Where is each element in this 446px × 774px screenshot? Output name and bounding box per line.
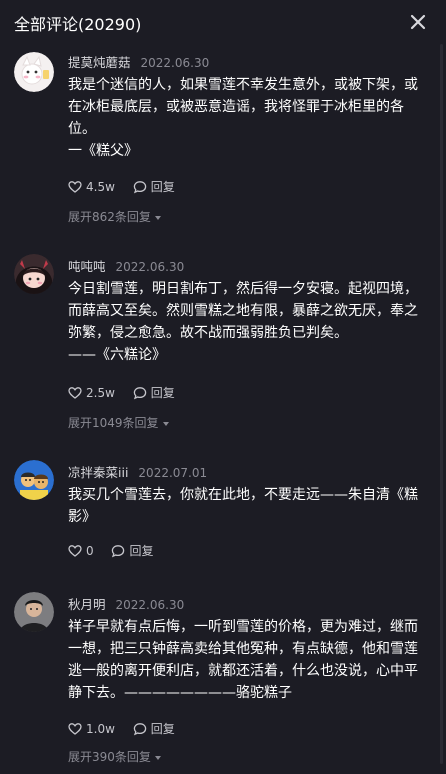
comment-actions: 4.5w 回复 xyxy=(68,178,175,196)
reply-label: 回复 xyxy=(129,544,154,558)
username[interactable]: 提莫炖蘑菇 xyxy=(68,55,131,70)
reply-label: 回复 xyxy=(150,722,175,736)
comment-date: 2022.06.30 xyxy=(115,598,185,612)
expand-replies[interactable]: 展开1049条回复 xyxy=(68,414,169,431)
caret-down-icon xyxy=(154,755,161,760)
comment-meta: 提莫炖蘑菇 2022.06.30 xyxy=(68,52,209,70)
expand-replies[interactable]: 展开862条回复 xyxy=(68,208,161,225)
close-icon xyxy=(410,14,426,30)
heart-outline-icon xyxy=(68,544,82,557)
reply-button[interactable]: 回复 xyxy=(133,720,175,737)
heart-outline-icon xyxy=(68,386,82,399)
comment-item: 秋月明 2022.06.30 祥子早就有点后悔，一听到雪莲的价格，更为难过，继而一… xyxy=(0,592,446,774)
comment-bubble-icon xyxy=(112,544,125,557)
reply-label: 回复 xyxy=(150,386,175,400)
comment-date: 2022.07.01 xyxy=(138,466,208,480)
comment-actions: 1.0w 回复 xyxy=(68,720,175,738)
username[interactable]: 凉拌秦菜iii xyxy=(68,465,128,480)
like-button[interactable]: 4.5w xyxy=(68,180,115,194)
comment-meta: 吨吨吨 2022.06.30 xyxy=(68,256,184,274)
comment-meta: 秋月明 2022.06.30 xyxy=(68,594,184,612)
avatar[interactable] xyxy=(14,52,54,92)
comment-item: 提莫炖蘑菇 2022.06.30 我是个迷信的人，如果雪莲不幸发生意外，或被下架，… xyxy=(0,44,446,234)
comment-bubble-icon xyxy=(133,386,146,399)
like-count: 1.0w xyxy=(86,721,115,736)
comment-text: 我买几个雪莲去，你就在此地，不要走远——朱自清《糕影》 xyxy=(68,487,418,525)
comment-text: 祥子早就有点后悔，一听到雪莲的价格，更为难过，继而一想，把三只钟薛高卖给其他冤种… xyxy=(68,619,418,701)
comment-date: 2022.06.30 xyxy=(140,56,210,70)
comment-actions: 0 回复 xyxy=(68,542,153,560)
like-count: 2.5w xyxy=(86,385,115,400)
reply-button[interactable]: 回复 xyxy=(133,178,175,195)
reply-button[interactable]: 回复 xyxy=(133,384,175,401)
like-button[interactable]: 1.0w xyxy=(68,722,115,736)
expand-replies-label: 展开1049条回复 xyxy=(68,416,159,430)
expand-replies[interactable]: 展开390条回复 xyxy=(68,748,161,765)
avatar[interactable] xyxy=(14,460,54,500)
username[interactable]: 秋月明 xyxy=(68,597,106,612)
heart-outline-icon xyxy=(68,180,82,193)
like-count: 0 xyxy=(86,543,94,558)
comment-bubble-icon xyxy=(133,180,146,193)
like-button[interactable]: 0 xyxy=(68,544,94,558)
comments-panel: 全部评论(20290) 提莫炖蘑菇 2022.06.30 我是个迷信的人，如果雪… xyxy=(0,0,446,774)
avatar[interactable] xyxy=(14,254,54,294)
comments-title: 全部评论(20290) xyxy=(14,15,142,34)
comment-item: 吨吨吨 2022.06.30 今日割雪莲，明日割布丁，然后得一夕安寝。起视四境，而… xyxy=(0,254,446,450)
comment-text: 今日割雪莲，明日割布丁，然后得一夕安寝。起视四境，而薛高又至矣。然则雪糕之地有限… xyxy=(68,281,418,363)
heart-outline-icon xyxy=(68,722,82,735)
comment-bubble-icon xyxy=(133,722,146,735)
username[interactable]: 吨吨吨 xyxy=(68,259,106,274)
expand-replies-label: 展开390条回复 xyxy=(68,750,151,764)
comment-item: 凉拌秦菜iii 2022.07.01 我买几个雪莲去，你就在此地，不要走远——朱自… xyxy=(0,460,446,570)
scrollbar[interactable] xyxy=(440,44,443,764)
reply-button[interactable]: 回复 xyxy=(111,542,153,559)
comment-actions: 2.5w 回复 xyxy=(68,384,175,402)
like-count: 4.5w xyxy=(86,179,115,194)
comments-header: 全部评论(20290) xyxy=(0,0,446,44)
comment-meta: 凉拌秦菜iii 2022.07.01 xyxy=(68,462,207,480)
caret-down-icon xyxy=(154,215,161,220)
caret-down-icon xyxy=(162,421,169,426)
close-button[interactable] xyxy=(408,12,428,32)
expand-replies-label: 展开862条回复 xyxy=(68,210,151,224)
comment-date: 2022.06.30 xyxy=(115,260,185,274)
reply-label: 回复 xyxy=(150,180,175,194)
avatar[interactable] xyxy=(14,592,54,632)
like-button[interactable]: 2.5w xyxy=(68,386,115,400)
comment-text: 我是个迷信的人，如果雪莲不幸发生意外，或被下架，或在冰柜最底层，或被恶意造谣，我… xyxy=(68,77,418,159)
